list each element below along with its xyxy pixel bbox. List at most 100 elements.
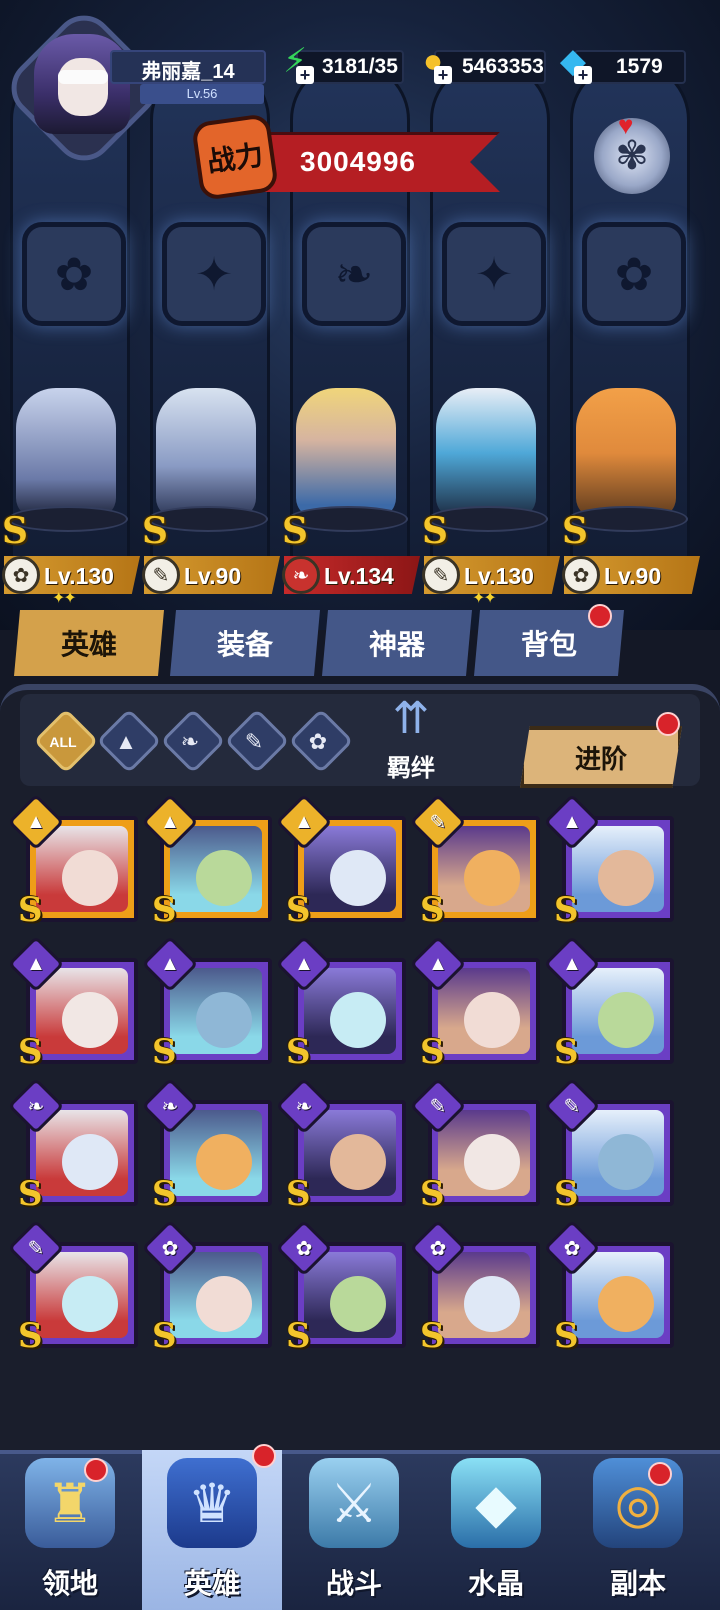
bond-arrows-icon: ⇈ [392, 694, 430, 743]
rank-badge: S [420, 890, 445, 930]
rank-badge: S [18, 890, 43, 930]
tab-heroes[interactable]: 英雄 [14, 610, 164, 676]
rank-badge: S [420, 1174, 445, 1214]
bond-button[interactable]: ⇈ 羁绊 [356, 690, 466, 784]
flask-icon: ▲ [160, 810, 180, 833]
hero-face [598, 1276, 654, 1332]
hero-face [196, 992, 252, 1048]
team-hero-level: Lv.134 [324, 563, 394, 589]
star-rating: ✦✦ [472, 590, 497, 607]
rank-badge: S [554, 890, 579, 930]
nav-crystal[interactable]: ◆ 水晶 [426, 1450, 566, 1610]
power-label: 战力 [190, 112, 280, 202]
advance-button[interactable]: 进阶 [520, 726, 682, 788]
list-fade [0, 1370, 720, 1460]
hero-robot-figure [436, 388, 536, 518]
heroes-notification-dot [252, 1444, 276, 1468]
hero-face [62, 992, 118, 1048]
hero-face [464, 850, 520, 906]
battle-icon: ⚔ [309, 1458, 399, 1548]
rank-badge: S [554, 1032, 579, 1072]
hero-face [196, 1134, 252, 1190]
dungeon-notification-dot [648, 1462, 672, 1486]
team-hero-level: Lv.130 [44, 563, 114, 589]
nav-label: 领地 [41, 1568, 98, 1599]
rank-badge: S [18, 1032, 43, 1072]
beast-emblem-icon: ✿ [582, 222, 686, 326]
beast-icon: ✿ [562, 556, 600, 594]
tab-equipment[interactable]: 装备 [170, 610, 320, 676]
beast-icon: ✿ [308, 729, 328, 754]
hero-face [196, 850, 252, 906]
wrench-icon: ✎ [27, 1237, 45, 1260]
hero-mech-spider-figure [156, 388, 256, 518]
bond-label: 羁绊 [387, 755, 435, 782]
wrench-icon: ✎ [142, 556, 180, 594]
nav-dungeon[interactable]: ◎ 副本 [568, 1450, 708, 1610]
beast-icon: ✿ [2, 556, 40, 594]
flask-icon: ▲ [115, 729, 137, 754]
power-value: 3004996 [300, 146, 417, 177]
hero-thunder-god-figure [296, 388, 396, 518]
hero-face [330, 1276, 386, 1332]
beast-icon: ✿ [161, 1237, 179, 1260]
rank-badge: S [152, 1032, 177, 1072]
hero-crane-figure [16, 388, 116, 518]
hero-face [464, 992, 520, 1048]
rank-badge: S [152, 890, 177, 930]
wrench-icon: ✎ [422, 556, 460, 594]
rank-badge: S [286, 1316, 311, 1356]
beast-icon: ✿ [563, 1237, 581, 1260]
hero-hat-icon: ♛ [167, 1458, 257, 1548]
beast-icon: ✿ [295, 1237, 313, 1260]
rank-badge: S [152, 1174, 177, 1214]
player-level: Lv.56 [140, 84, 264, 104]
flask-icon: ▲ [562, 952, 582, 975]
territory-notification-dot [84, 1458, 108, 1482]
add-gold-icon[interactable]: + [434, 66, 452, 84]
wing-icon: ❧ [282, 556, 320, 594]
rank-badge: S [562, 510, 588, 552]
team-hero-level: Lv.130 [464, 563, 534, 589]
beast-emblem-icon: ✿ [22, 222, 126, 326]
flask-icon: ▲ [160, 952, 180, 975]
nav-heroes[interactable]: ♛ 英雄 [142, 1450, 282, 1610]
wrench-emblem-icon: ✦ [162, 222, 266, 326]
nav-territory[interactable]: ♜ 领地 [0, 1450, 140, 1610]
rank-badge: S [282, 510, 308, 552]
advance-notification-dot [656, 712, 680, 736]
rank-badge: S [286, 1174, 311, 1214]
wing-icon: ❧ [295, 1095, 313, 1118]
wrench-icon: ✎ [429, 1095, 447, 1118]
wing-icon: ❧ [27, 1095, 45, 1118]
player-name: 弗丽嘉_14 [141, 61, 235, 83]
rank-badge: S [286, 890, 311, 930]
rank-badge: S [18, 1174, 43, 1214]
hero-tiger-shaman-figure [576, 388, 676, 518]
nav-label: 副本 [609, 1568, 666, 1599]
hero-face [62, 1134, 118, 1190]
rank-badge: S [286, 1032, 311, 1072]
wing-icon: ❧ [161, 1095, 179, 1118]
add-diamond-icon[interactable]: + [574, 66, 592, 84]
hero-face [62, 1276, 118, 1332]
tab-artifacts[interactable]: 神器 [322, 610, 472, 676]
flask-icon: ▲ [26, 810, 46, 833]
hero-face [330, 992, 386, 1048]
rank-badge: S [2, 510, 28, 552]
add-stamina-icon[interactable]: + [296, 66, 314, 84]
team-hero-level: Lv.90 [604, 563, 662, 589]
heart-icon: ♥ [618, 110, 634, 140]
rank-badge: S [152, 1316, 177, 1356]
hero-face [196, 1276, 252, 1332]
wrench-icon: ✎ [563, 1095, 581, 1118]
wrench-icon: ✎ [429, 811, 447, 834]
flask-icon: ▲ [562, 810, 582, 833]
rank-badge: S [142, 510, 168, 552]
nav-battle[interactable]: ⚔ 战斗 [284, 1450, 424, 1610]
nav-label: 水晶 [467, 1568, 524, 1599]
nav-label: 战斗 [325, 1568, 382, 1599]
wrench-emblem-icon: ✦ [442, 222, 546, 326]
wing-emblem-icon: ❧ [302, 222, 406, 326]
beast-icon: ✿ [429, 1237, 447, 1260]
